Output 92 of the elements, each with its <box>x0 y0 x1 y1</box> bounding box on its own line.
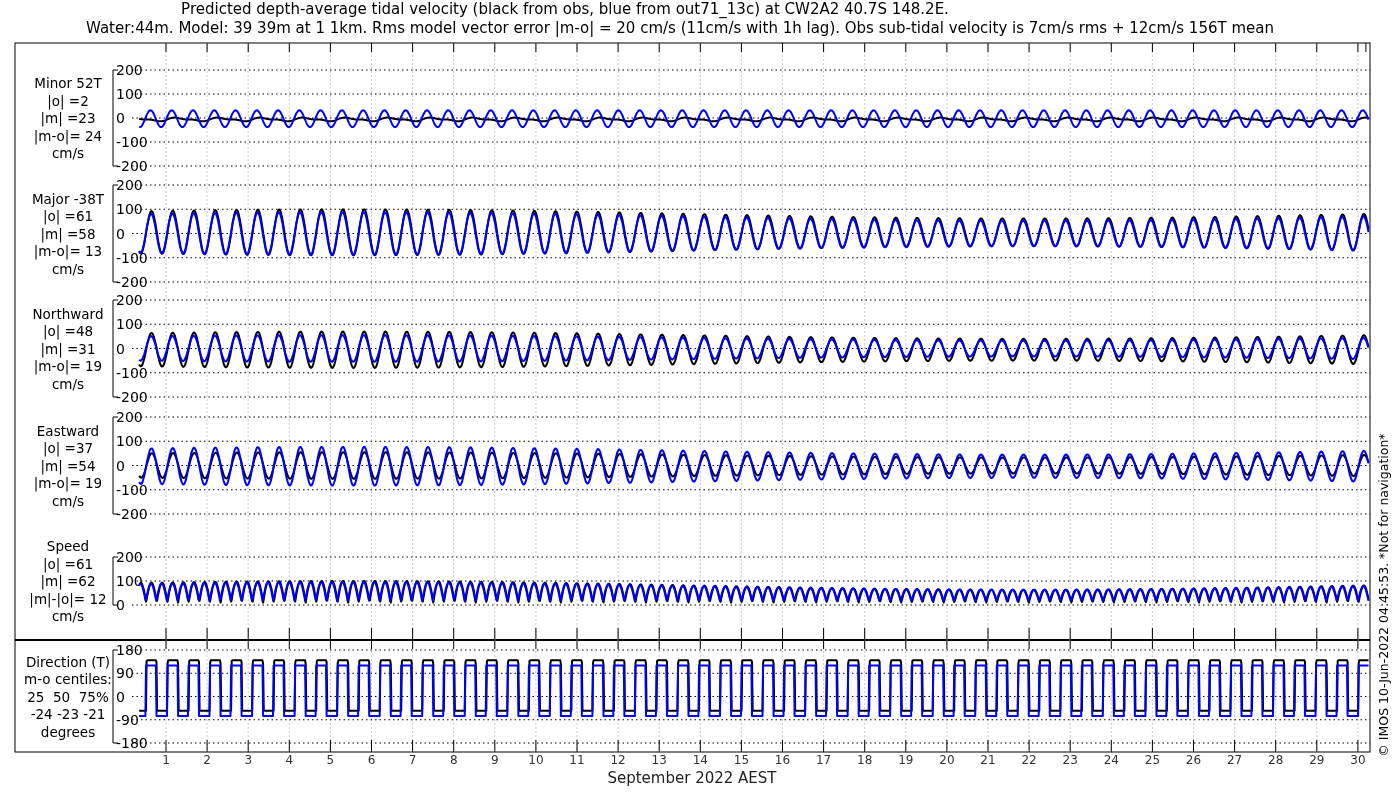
x-tick-label: 25 <box>1144 753 1161 767</box>
panel-label: |m| =23 <box>40 110 96 126</box>
x-tick-label: 23 <box>1062 753 1078 767</box>
x-tick-label: 2 <box>203 753 211 767</box>
panel-label: |o| =37 <box>42 440 94 456</box>
x-tick-label: 18 <box>857 753 873 767</box>
panel-label: Minor 52T <box>34 75 102 91</box>
x-tick-label: 13 <box>651 753 667 767</box>
x-tick-label: 21 <box>980 753 996 767</box>
x-tick-label: 29 <box>1309 753 1325 767</box>
y-tick-label: 200 <box>116 549 143 565</box>
x-tick-label: 11 <box>569 753 585 767</box>
x-tick-label: 30 <box>1350 753 1366 767</box>
y-tick-label: 100 <box>116 201 143 218</box>
y-tick-label: 180 <box>116 642 143 658</box>
panel-label: |m| =31 <box>40 340 96 357</box>
panel-label: |o| =61 <box>42 555 94 572</box>
credit-text: © IMOS 10-Jun-2022 04:45:53. *Not for navigation* <box>1376 433 1391 757</box>
x-tick-label: 20 <box>939 753 955 767</box>
panel-label: cm/s <box>51 608 85 624</box>
y-tick-label: 0 <box>116 688 125 705</box>
x-axis-label: September 2022 AEST <box>607 769 777 787</box>
x-tick-label: 19 <box>898 753 914 767</box>
y-tick-label: 100 <box>116 316 143 333</box>
x-tick-label: 22 <box>1021 753 1037 767</box>
panel-label: Major -38T <box>31 190 105 207</box>
panel-label: m-o centiles: <box>24 671 112 687</box>
panel-label: |m| =62 <box>40 573 96 589</box>
panel-label: Northward <box>32 305 104 322</box>
y-tick-label: 0 <box>116 340 125 357</box>
x-tick-label: 16 <box>774 753 791 767</box>
panel-label: cm/s <box>51 492 85 509</box>
y-tick-label: -200 <box>116 506 148 522</box>
panel-label: |o| =61 <box>42 208 94 224</box>
panel-label: -24 -23 -21 <box>30 706 106 722</box>
y-tick-label: 0 <box>116 225 125 242</box>
y-tick-label: 90 <box>116 665 134 682</box>
y-tick-label: 200 <box>116 177 143 193</box>
panel-label: Eastward <box>36 422 100 439</box>
y-tick-label: 0 <box>116 597 125 613</box>
x-tick-label: 3 <box>244 753 252 767</box>
panel-label: cm/s <box>51 260 85 277</box>
x-tick-label: 27 <box>1226 753 1243 767</box>
x-tick-label: 12 <box>610 753 626 767</box>
x-tick-label: 6 <box>367 753 376 767</box>
panel-label: |m-o|= 24 <box>33 127 103 144</box>
chart-title: Water:44m. Model: 39 39m at 1 1km. Rms model vector error |m-o| = 20 cm/s (11cm/s with 1h lag). Obs sub-tidal velocity is 7cm/s rms + 12cm/s 156T mean <box>86 19 1274 37</box>
y-tick-label: -200 <box>116 274 148 290</box>
panel-label: degrees <box>40 723 96 740</box>
panel-label: |m| =58 <box>40 225 96 242</box>
x-tick-label: 15 <box>733 753 750 767</box>
y-tick-label: 0 <box>116 110 125 126</box>
y-tick-label: 100 <box>116 86 143 102</box>
y-tick-label: 200 <box>116 62 143 78</box>
x-tick-label: 14 <box>692 753 708 767</box>
panel-label: |m|-|o|= 12 <box>29 590 107 607</box>
y-tick-label: 0 <box>116 457 125 474</box>
x-tick-label: 28 <box>1268 753 1284 767</box>
panel-label: |m-o|= 19 <box>33 358 103 374</box>
y-tick-label: -90 <box>116 711 139 728</box>
panel-label: cm/s <box>51 375 85 392</box>
x-tick-label: 7 <box>408 753 417 767</box>
panel-label: Speed <box>46 538 90 554</box>
y-tick-label: -100 <box>116 249 148 266</box>
y-tick-label: -180 <box>116 735 148 751</box>
panel-label: |o| =2 <box>47 92 89 109</box>
y-tick-label: -200 <box>116 389 148 405</box>
panel-label: 25 50 75% <box>27 688 109 705</box>
x-tick-label: 9 <box>491 753 499 767</box>
panel-label: cm/s <box>51 145 85 161</box>
y-tick-label: 200 <box>116 292 143 308</box>
y-tick-label: -100 <box>116 481 148 498</box>
x-tick-label: 4 <box>285 753 294 767</box>
x-tick-label: 17 <box>815 753 832 767</box>
panel-label: |o| =48 <box>42 323 94 339</box>
x-tick-label: 26 <box>1185 753 1202 767</box>
chart-title: Predicted depth-average tidal velocity (black from obs, blue from out71_13c) at CW2A2 40.7S 148.2E. <box>181 0 949 18</box>
panel-label: |m| =54 <box>40 457 96 474</box>
y-tick-label: -200 <box>116 158 148 174</box>
panel-label: Direction (T) <box>25 653 111 670</box>
y-tick-label: 100 <box>116 433 143 450</box>
x-tick-label: 1 <box>162 753 170 767</box>
panel-label: |m-o|= 19 <box>33 475 103 491</box>
panel-label: |m-o|= 13 <box>33 243 103 259</box>
x-tick-label: 5 <box>326 753 335 767</box>
x-tick-label: 24 <box>1103 753 1119 767</box>
y-axis <box>112 556 119 606</box>
y-tick-label: -100 <box>116 364 148 381</box>
y-tick-label: 200 <box>116 409 143 425</box>
x-tick-label: 8 <box>449 753 458 767</box>
x-tick-label: 10 <box>528 753 544 767</box>
y-tick-label: -100 <box>116 134 148 150</box>
